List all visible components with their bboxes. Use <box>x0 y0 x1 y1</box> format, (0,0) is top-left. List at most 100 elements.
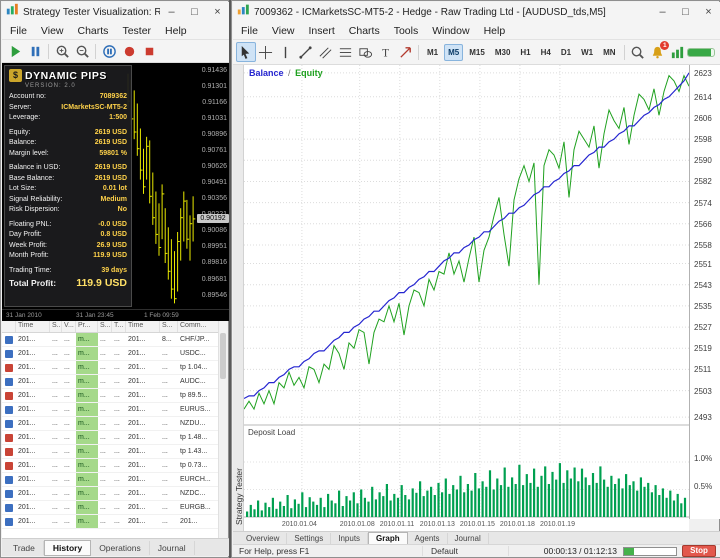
tab-overview[interactable]: Overview <box>239 533 287 544</box>
fibonacci-tool-button[interactable] <box>335 42 355 62</box>
time-axis[interactable]: 31 Jan 201031 Jan 23:451 Feb 09:59 <box>2 309 229 321</box>
timeframe-m30[interactable]: M30 <box>491 44 515 61</box>
deal-type-cell <box>2 389 16 402</box>
menu-view[interactable]: View <box>265 23 302 39</box>
history-table-header[interactable]: TimeS...V...Pr...S...T...TimeS...Comm... <box>2 321 220 333</box>
table-row[interactable]: 201.........m.........201......tp 1.48..… <box>2 431 220 445</box>
menu-help[interactable]: Help <box>477 23 513 39</box>
cursor-tool-button[interactable] <box>236 42 256 62</box>
cell: ... <box>50 417 62 430</box>
timeframe-h1[interactable]: H1 <box>516 44 534 61</box>
menu-charts[interactable]: Charts <box>71 23 116 39</box>
search-button[interactable] <box>628 42 648 62</box>
timeframe-mn[interactable]: MN <box>599 44 619 61</box>
strategy-tester-side-tab[interactable]: Strategy Tester <box>233 65 244 531</box>
menu-file[interactable]: File <box>234 23 265 39</box>
minimize-button[interactable]: – <box>160 2 183 22</box>
tester-panel-button[interactable] <box>667 42 687 62</box>
close-button[interactable]: × <box>697 2 720 22</box>
menu-tools[interactable]: Tools <box>387 23 426 39</box>
scrollbar-thumb[interactable] <box>220 333 226 379</box>
tab-inputs[interactable]: Inputs <box>331 533 368 544</box>
table-row[interactable]: 201.........m.........201......EURUS... <box>2 403 220 417</box>
minimize-button[interactable]: – <box>651 2 674 22</box>
table-row[interactable]: 201.........m.........201......201... <box>2 515 220 529</box>
table-row[interactable]: 201.........m.........201......EURCH... <box>2 473 220 487</box>
tab-operations[interactable]: Operations <box>91 541 150 555</box>
profile-name[interactable]: Default <box>423 546 509 556</box>
ea-panel-header: $ DYNAMIC PIPS <box>9 69 127 82</box>
info-row: Lot Size:0.01 lot <box>9 184 127 195</box>
menu-charts[interactable]: Charts <box>342 23 387 39</box>
table-scrollbar[interactable] <box>218 321 227 539</box>
tab-history[interactable]: History <box>44 540 91 556</box>
menu-tester[interactable]: Tester <box>115 23 158 39</box>
pause-visualization-button[interactable] <box>99 41 119 61</box>
record-button[interactable] <box>119 41 139 61</box>
tester-price-chart[interactable]: 0.914360.913010.911660.910310.908960.907… <box>2 63 229 321</box>
tab-trade[interactable]: Trade <box>5 541 44 555</box>
tab-journal[interactable]: Journal <box>150 541 195 555</box>
trendline-tool-button[interactable] <box>296 42 316 62</box>
channel-tool-button[interactable] <box>316 42 336 62</box>
menu-file[interactable]: File <box>3 23 34 39</box>
table-row[interactable]: 201.........m.........201......USDC... <box>2 347 220 361</box>
tab-graph[interactable]: Graph <box>368 532 408 545</box>
graph-date-axis[interactable]: 2010.01.042010.01.082010.01.112010.01.13… <box>244 519 689 531</box>
shapes-tool-button[interactable] <box>355 42 375 62</box>
tester-bottom-tabs: TradeHistoryOperationsJournal <box>2 538 229 556</box>
tab-settings[interactable]: Settings <box>287 533 331 544</box>
menu-window[interactable]: Window <box>425 23 476 39</box>
table-row[interactable]: 201.........m.........201......NZDU... <box>2 417 220 431</box>
table-row[interactable]: 201.........m.........201......NZDC... <box>2 487 220 501</box>
maximize-button[interactable]: □ <box>674 2 697 22</box>
timeframe-m1[interactable]: M1 <box>423 44 442 61</box>
timeframe-m5[interactable]: M5 <box>444 44 463 61</box>
info-label: Balance: <box>9 138 36 149</box>
info-value: 39 days <box>101 266 127 277</box>
cell: ... <box>160 487 178 500</box>
titlebar[interactable]: Strategy Tester Visualization: Re... – □… <box>2 2 229 22</box>
crosshair-tool-button[interactable] <box>256 42 276 62</box>
menu-help[interactable]: Help <box>158 23 194 39</box>
arrows-tool-button[interactable] <box>395 42 415 62</box>
table-row[interactable]: 201.........m.........201......tp 1.43..… <box>2 445 220 459</box>
status-bar: For Help, press F1 Default 00:00:13 / 01… <box>233 544 720 557</box>
tab-agents[interactable]: Agents <box>408 533 448 544</box>
balance-equity-graph[interactable]: Balance / Equity Deposit Load <box>244 65 689 519</box>
table-row[interactable]: 201.........m.........201......tp 0.73..… <box>2 459 220 473</box>
table-row[interactable]: 201.........m.........201......AUDC... <box>2 375 220 389</box>
stop-button[interactable]: Stop <box>682 545 716 557</box>
table-row[interactable]: 201.........m.........201......tp 89.5..… <box>2 389 220 403</box>
maximize-button[interactable]: □ <box>183 2 206 22</box>
titlebar[interactable]: 7009362 - ICMarketsSC-MT5-2 - Hedge - Ra… <box>233 2 720 22</box>
pause-button[interactable] <box>25 41 45 61</box>
table-row[interactable]: 201.........m.........201...8...CHF/JP..… <box>2 333 220 347</box>
info-value: 2619 USD <box>95 138 127 149</box>
menubar: FileViewChartsTesterHelp <box>2 22 229 40</box>
history-table[interactable]: 201.........m.........201...8...CHF/JP..… <box>2 333 220 539</box>
table-row[interactable]: 201.........m.........201......tp 1.04..… <box>2 361 220 375</box>
stop-visualization-button[interactable] <box>139 41 159 61</box>
timeframe-h4[interactable]: H4 <box>537 44 555 61</box>
price-axis[interactable]: 0.914360.913010.911660.910310.908960.907… <box>196 63 229 309</box>
timeframe-m15[interactable]: M15 <box>465 44 489 61</box>
cell: NZDC... <box>178 487 220 500</box>
resume-button[interactable] <box>5 41 25 61</box>
menu-view[interactable]: View <box>34 23 71 39</box>
text-tool-button[interactable]: T <box>375 42 395 62</box>
vertical-line-tool-button[interactable] <box>276 42 296 62</box>
graph-value-axis[interactable]: 2623261426062598259025822574256625582551… <box>689 65 720 519</box>
zoom-in-button[interactable] <box>52 41 72 61</box>
table-row[interactable]: 201.........m.........201......EURGB... <box>2 501 220 515</box>
menu-insert[interactable]: Insert <box>302 23 342 39</box>
zoom-out-button[interactable] <box>72 41 92 61</box>
cell: ... <box>62 403 76 416</box>
timeframe-d1[interactable]: D1 <box>557 44 575 61</box>
cell: m... <box>76 459 98 472</box>
close-button[interactable]: × <box>206 2 229 22</box>
alerts-button[interactable]: 1 <box>647 42 667 62</box>
tab-journal[interactable]: Journal <box>448 533 489 544</box>
info-value: Medium <box>101 195 127 206</box>
timeframe-w1[interactable]: W1 <box>577 44 597 61</box>
